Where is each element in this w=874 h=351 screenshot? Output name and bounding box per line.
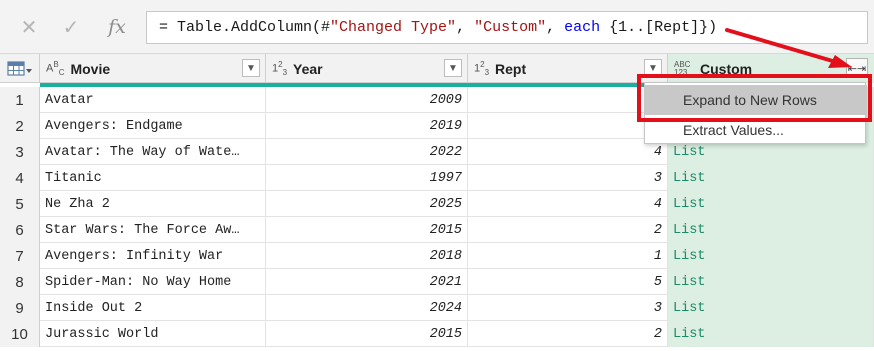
row-number[interactable]: 7 [0, 243, 40, 269]
table-icon [6, 60, 32, 76]
formula-part: , [546, 19, 565, 36]
table-row: 5 Ne Zha 2 2025 4 List [0, 191, 874, 217]
type-number-icon: 123 [474, 59, 490, 77]
cell-movie[interactable]: Ne Zha 2 [40, 191, 266, 217]
cell-rept[interactable]: 5 [468, 269, 668, 295]
cell-custom[interactable]: List [668, 269, 874, 295]
cell-rept[interactable]: 1 [468, 243, 668, 269]
cell-movie[interactable]: Star Wars: The Force Aw… [40, 217, 266, 243]
fx-icon[interactable]: fx [102, 12, 132, 42]
table-row: 8 Spider-Man: No Way Home 2021 5 List [0, 269, 874, 295]
cell-custom[interactable]: List [668, 217, 874, 243]
cell-custom[interactable]: List [668, 321, 874, 347]
column-header-label: Movie [70, 60, 111, 77]
cell-movie[interactable]: Avengers: Infinity War [40, 243, 266, 269]
table-menu-button[interactable] [0, 54, 40, 83]
row-number[interactable]: 8 [0, 269, 40, 295]
table-row: 4 Titanic 1997 3 List [0, 165, 874, 191]
cell-movie[interactable]: Inside Out 2 [40, 295, 266, 321]
cell-movie[interactable]: Avatar: The Way of Wate… [40, 139, 266, 165]
annotation-highlight-box [637, 74, 872, 122]
cell-year[interactable]: 2019 [266, 113, 468, 139]
formula-part: each [564, 19, 601, 36]
cell-year[interactable]: 2015 [266, 321, 468, 347]
cell-custom[interactable]: List [668, 243, 874, 269]
column-header-year[interactable]: 123 Year ▼ [266, 54, 468, 83]
formula-part: "Changed Type" [330, 19, 457, 36]
cell-rept[interactable]: 4 [468, 139, 668, 165]
type-number-icon: 123 [272, 59, 288, 77]
cell-custom[interactable]: List [668, 165, 874, 191]
cell-year[interactable]: 2018 [266, 243, 468, 269]
row-number[interactable]: 2 [0, 113, 40, 139]
cell-year[interactable]: 2022 [266, 139, 468, 165]
row-number[interactable]: 4 [0, 165, 40, 191]
row-number[interactable]: 6 [0, 217, 40, 243]
table-row: 6 Star Wars: The Force Aw… 2015 2 List [0, 217, 874, 243]
cell-rept[interactable]: 3 [468, 295, 668, 321]
row-number[interactable]: 1 [0, 87, 40, 113]
formula-part: "Custom" [474, 19, 547, 36]
cell-rept[interactable]: 4 [468, 191, 668, 217]
row-number[interactable]: 3 [0, 139, 40, 165]
cell-movie[interactable]: Jurassic World [40, 321, 266, 347]
table-row: 9 Inside Out 2 2024 3 List [0, 295, 874, 321]
formula-part: {1..[Rept]}) [600, 19, 718, 36]
row-number[interactable]: 10 [0, 321, 40, 347]
cell-movie[interactable]: Titanic [40, 165, 266, 191]
type-text-icon: ABC [46, 59, 65, 77]
chevron-down-icon[interactable]: ▼ [444, 59, 462, 77]
cell-rept[interactable]: 2 [468, 321, 668, 347]
cell-movie[interactable]: Spider-Man: No Way Home [40, 269, 266, 295]
cell-year[interactable]: 1997 [266, 165, 468, 191]
cell-custom[interactable]: List [668, 295, 874, 321]
cell-year[interactable]: 2009 [266, 87, 468, 113]
table-row: 7 Avengers: Infinity War 2018 1 List [0, 243, 874, 269]
chevron-down-icon[interactable]: ▼ [242, 59, 260, 77]
cell-year[interactable]: 2021 [266, 269, 468, 295]
cell-rept[interactable]: 2 [468, 217, 668, 243]
cancel-icon[interactable]: ✕ [14, 12, 44, 42]
formula-part: , [456, 19, 475, 36]
cell-custom[interactable]: List [668, 191, 874, 217]
formula-part: = Table.AddColumn(# [159, 19, 331, 36]
row-number[interactable]: 9 [0, 295, 40, 321]
column-header-label: Year [293, 60, 323, 77]
cell-movie[interactable]: Avengers: Endgame [40, 113, 266, 139]
cell-year[interactable]: 2024 [266, 295, 468, 321]
table-row: 10 Jurassic World 2015 2 List [0, 321, 874, 347]
column-header-label: Rept [495, 60, 527, 77]
column-header-movie[interactable]: ABC Movie ▼ [40, 54, 266, 83]
cell-year[interactable]: 2025 [266, 191, 468, 217]
formula-input[interactable]: = Table.AddColumn(#"Changed Type", "Cust… [146, 11, 868, 44]
cell-year[interactable]: 2015 [266, 217, 468, 243]
formula-bar: ✕ ✓ fx = Table.AddColumn(#"Changed Type"… [0, 0, 874, 54]
row-number[interactable]: 5 [0, 191, 40, 217]
cell-movie[interactable]: Avatar [40, 87, 266, 113]
cell-rept[interactable]: 3 [468, 165, 668, 191]
commit-icon[interactable]: ✓ [56, 12, 86, 42]
